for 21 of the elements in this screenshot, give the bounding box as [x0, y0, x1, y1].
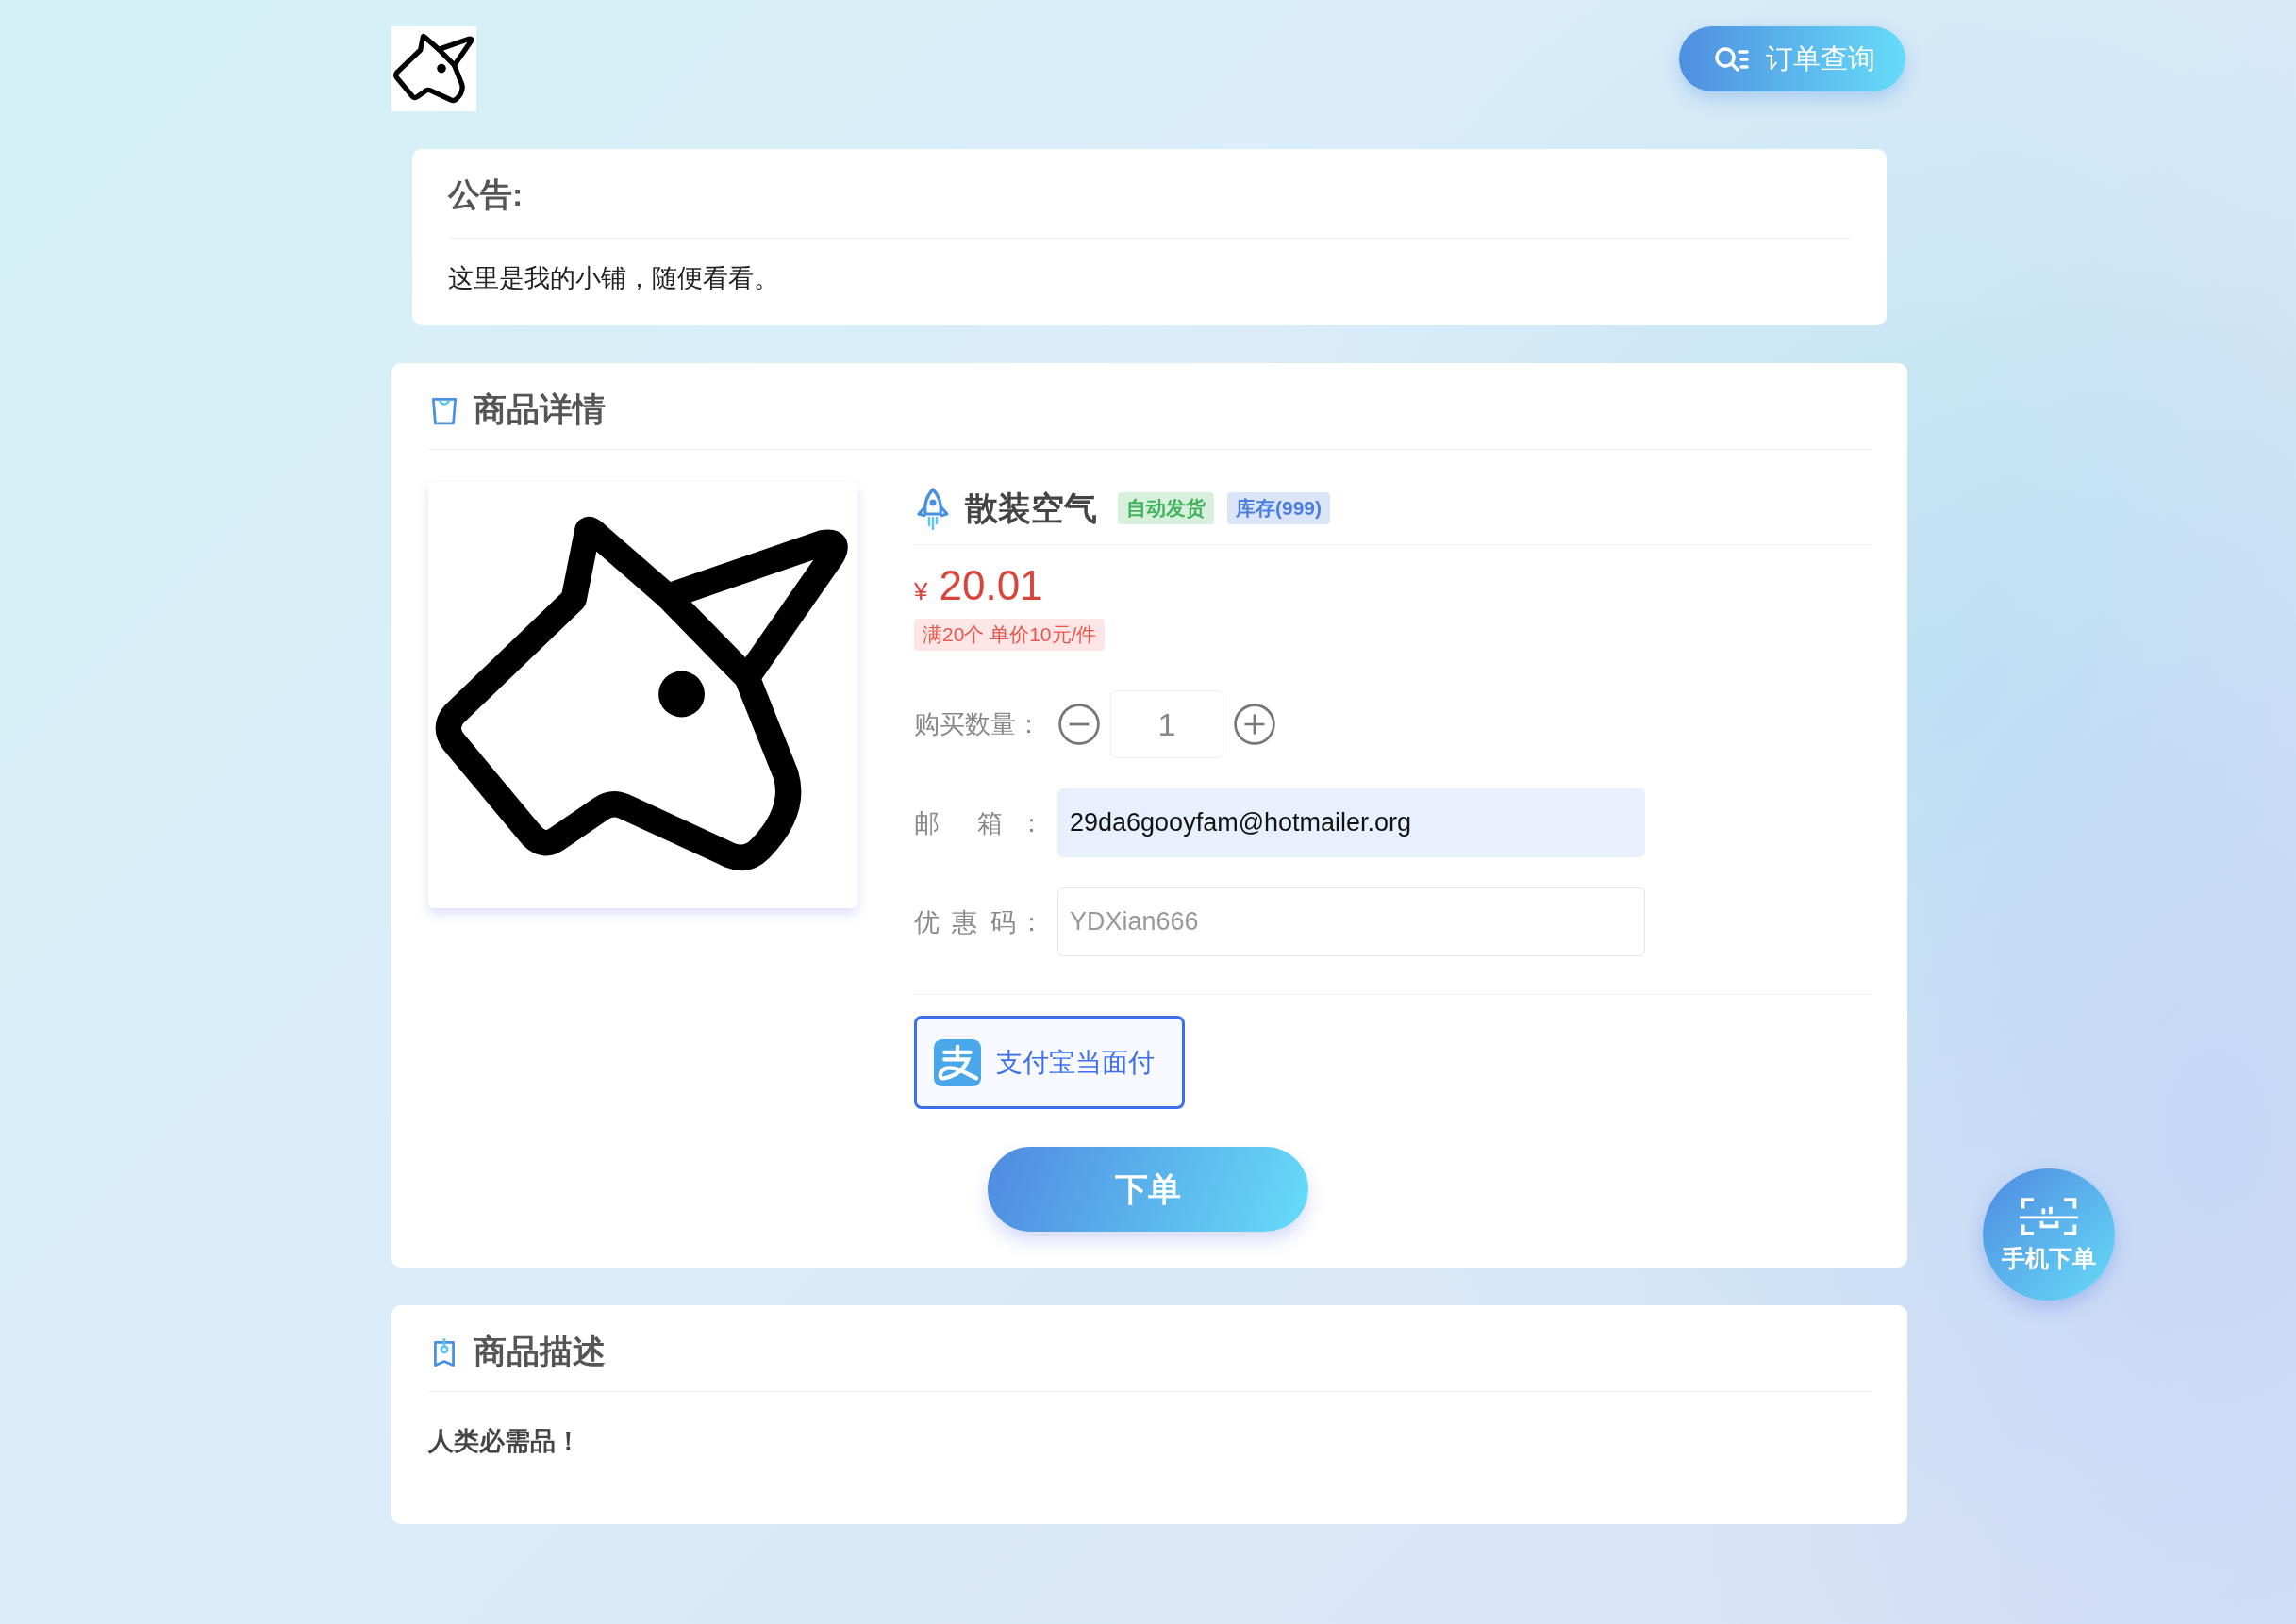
- section-title: 商品描述: [474, 1332, 606, 1371]
- product-name: 散装空气: [965, 488, 1097, 528]
- quantity-input[interactable]: 1: [1110, 690, 1223, 758]
- tag: 库存(999): [1227, 492, 1331, 524]
- price: 20.01: [939, 562, 1043, 609]
- notice-text: 这里是我的小铺，随便看看。: [448, 263, 780, 294]
- description-text: 人类必需品！: [428, 1426, 582, 1457]
- order-query-button[interactable]: 订单查询: [1679, 26, 1905, 91]
- field-label: 购买数量：: [914, 709, 1042, 740]
- input-field[interactable]: 29da6gooyfam@hotmailer.org: [1057, 788, 1645, 857]
- submit-order-button[interactable]: 下单: [988, 1147, 1308, 1232]
- currency-sign: ¥: [914, 577, 928, 606]
- mobile-order-button[interactable]: 手机下单: [1983, 1168, 2115, 1301]
- input-field[interactable]: YDXian666: [1057, 887, 1645, 956]
- payment-option[interactable]: 支付宝当面付: [914, 1016, 1185, 1109]
- section-title: 商品详情: [474, 389, 606, 429]
- notice-title: 公告:: [448, 174, 1851, 239]
- tag: 自动发货: [1118, 492, 1214, 524]
- field-label: 邮 箱：: [914, 807, 1045, 839]
- promo-tag: 满20个 单价10元/件: [914, 619, 1106, 651]
- field-label: 优 惠 码：: [914, 906, 1045, 938]
